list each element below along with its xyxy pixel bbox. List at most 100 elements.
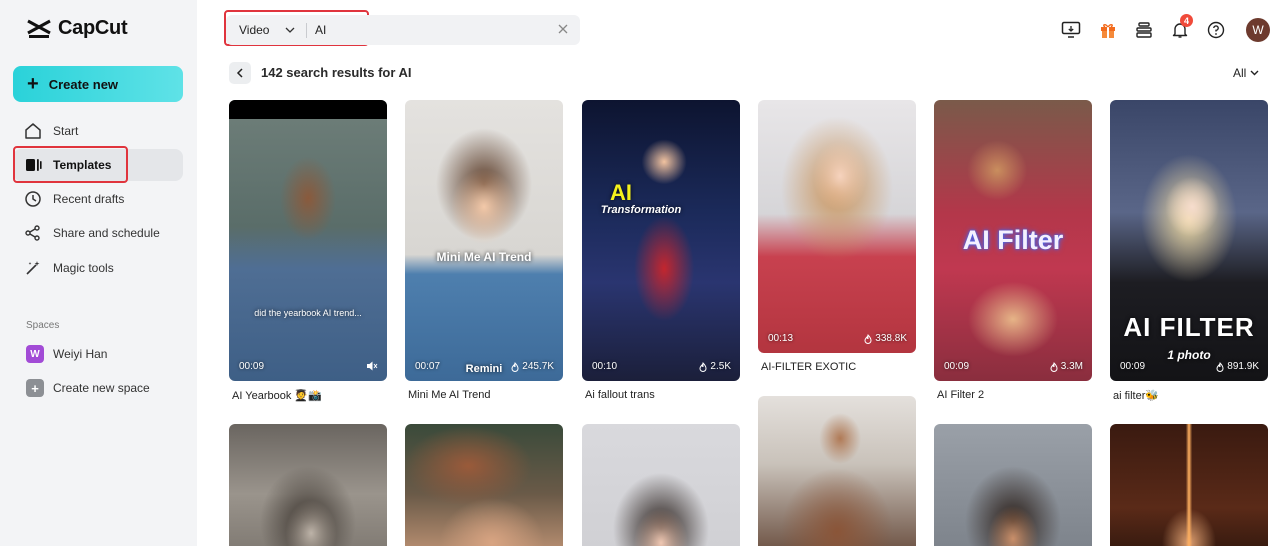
flame-icon (1050, 361, 1058, 372)
template-title[interactable]: AI Yearbook 🧑‍🎓📸 (232, 389, 322, 402)
template-uses-count: 891.9K (1227, 361, 1259, 372)
template-duration: 00:10 (592, 361, 618, 372)
chevron-down-icon (286, 27, 295, 33)
sidebar-item-label: Share and schedule (53, 226, 160, 240)
template-uses-count: 3.3M (1060, 361, 1083, 372)
template-uses-count: 2.5K (710, 361, 731, 372)
template-uses: 891.9K (1216, 361, 1259, 372)
clock-icon (25, 191, 41, 207)
results-filter-dropdown[interactable]: All (1233, 66, 1259, 80)
template-caption: AI (610, 180, 632, 205)
template-thumbnail (934, 424, 1092, 546)
desktop-download-icon[interactable] (1060, 19, 1082, 41)
template-card[interactable]: 00:13 338.8K (758, 100, 916, 353)
space-label: Create new space (53, 381, 150, 395)
template-caption: Mini Me AI Trend (436, 250, 532, 264)
user-avatar[interactable]: W (1246, 18, 1270, 42)
search-input[interactable] (315, 20, 545, 40)
template-card[interactable] (758, 396, 916, 546)
create-new-space-button[interactable]: + Create new space (26, 377, 150, 399)
share-icon (25, 225, 40, 241)
clear-search-icon[interactable] (556, 22, 570, 36)
sidebar-item-label: Start (53, 124, 79, 138)
magic-wand-icon (26, 261, 40, 275)
sidebar-item-label: Recent drafts (53, 192, 125, 206)
template-caption-2: 1 photo (1167, 348, 1211, 362)
notification-bell-icon[interactable]: 4 (1169, 14, 1193, 41)
template-title[interactable]: AI Filter 2 (937, 389, 984, 401)
template-title[interactable]: Ai fallout trans (585, 389, 655, 401)
template-duration: 00:07 (415, 361, 441, 372)
template-thumbnail (1110, 424, 1268, 546)
sidebar-item-recent-drafts[interactable]: Recent drafts (13, 183, 183, 215)
template-uses: 338.8K (864, 333, 907, 344)
sidebar-item-share-schedule[interactable]: Share and schedule (13, 217, 183, 249)
flame-icon (511, 361, 519, 372)
template-duration: 00:09 (1120, 361, 1146, 372)
search-bar: Video (226, 15, 580, 45)
template-card[interactable]: AI Filter 00:09 3.3M (934, 100, 1092, 381)
template-card[interactable]: AI Transformation 00:10 2.5K (582, 100, 740, 381)
brand-logo[interactable]: CapCut (26, 17, 128, 40)
template-uses: 3.3M (1050, 361, 1083, 372)
template-thumbnail (229, 100, 387, 381)
space-item-weiyi-han[interactable]: W Weiyi Han (26, 343, 107, 365)
template-caption: AI Filter (962, 225, 1064, 255)
template-title[interactable]: ai filter🐝 (1113, 389, 1159, 402)
capcut-logo-icon (27, 19, 51, 38)
template-caption: did the yearbook AI trend... (254, 308, 362, 318)
template-thumbnail (758, 396, 916, 546)
sidebar-item-templates[interactable]: Templates (13, 149, 183, 181)
brand-name: CapCut (58, 17, 128, 39)
template-duration: 00:09 (944, 361, 970, 372)
template-thumbnail (758, 100, 916, 353)
search-type-dropdown[interactable]: Video (226, 15, 306, 45)
template-card[interactable] (1110, 424, 1268, 546)
template-uses-count: 245.7K (522, 361, 554, 372)
notification-badge: 4 (1180, 14, 1193, 27)
sidebar-item-label: Templates (53, 158, 112, 172)
back-button[interactable] (229, 62, 251, 84)
help-icon[interactable] (1205, 19, 1227, 41)
sidebar-item-label: Magic tools (53, 261, 114, 275)
sidebar-item-magic-tools[interactable]: Magic tools (13, 252, 183, 284)
flame-icon (1216, 361, 1224, 372)
template-card[interactable] (229, 424, 387, 546)
template-thumbnail (405, 100, 563, 381)
mute-icon[interactable] (366, 360, 378, 372)
template-duration: 00:13 (768, 333, 794, 344)
layers-icon[interactable] (1133, 19, 1155, 41)
search-type-value: Video (239, 23, 270, 37)
template-duration: 00:09 (239, 361, 265, 372)
create-new-label: Create new (48, 76, 119, 92)
chevron-left-icon (236, 68, 243, 78)
plus-icon: + (27, 73, 39, 95)
template-uses-count: 338.8K (875, 333, 907, 344)
spaces-heading: Spaces (26, 320, 60, 331)
template-card[interactable] (934, 424, 1092, 546)
template-caption: AI FILTER (1123, 312, 1255, 342)
template-thumbnail (405, 424, 563, 546)
template-card[interactable]: AI FILTER 1 photo 00:09 891.9K (1110, 100, 1268, 381)
template-card[interactable] (582, 424, 740, 546)
template-thumbnail (582, 424, 740, 546)
search-divider (306, 23, 307, 38)
flame-icon (699, 361, 707, 372)
template-card[interactable]: Mini Me AI Trend Remini 00:07 245.7K (405, 100, 563, 381)
space-avatar: W (26, 345, 44, 363)
chevron-down-icon (1250, 70, 1259, 76)
plus-icon: + (26, 379, 44, 397)
sidebar-item-start[interactable]: Start (13, 115, 183, 147)
create-new-button[interactable]: + Create new (13, 66, 183, 102)
template-thumbnail (582, 100, 740, 381)
template-card[interactable] (405, 424, 563, 546)
app-root: CapCut + Create new Start Templates Rece… (0, 0, 1280, 546)
template-title[interactable]: AI-FILTER EXOTIC (761, 361, 856, 373)
gift-icon[interactable] (1097, 19, 1119, 41)
templates-icon (26, 159, 42, 171)
template-thumbnail (229, 424, 387, 546)
template-title[interactable]: Mini Me AI Trend (408, 389, 491, 401)
template-card[interactable]: did the yearbook AI trend... 00:09 (229, 100, 387, 381)
results-filter-value: All (1233, 66, 1247, 80)
results-title: 142 search results for AI (261, 65, 412, 80)
